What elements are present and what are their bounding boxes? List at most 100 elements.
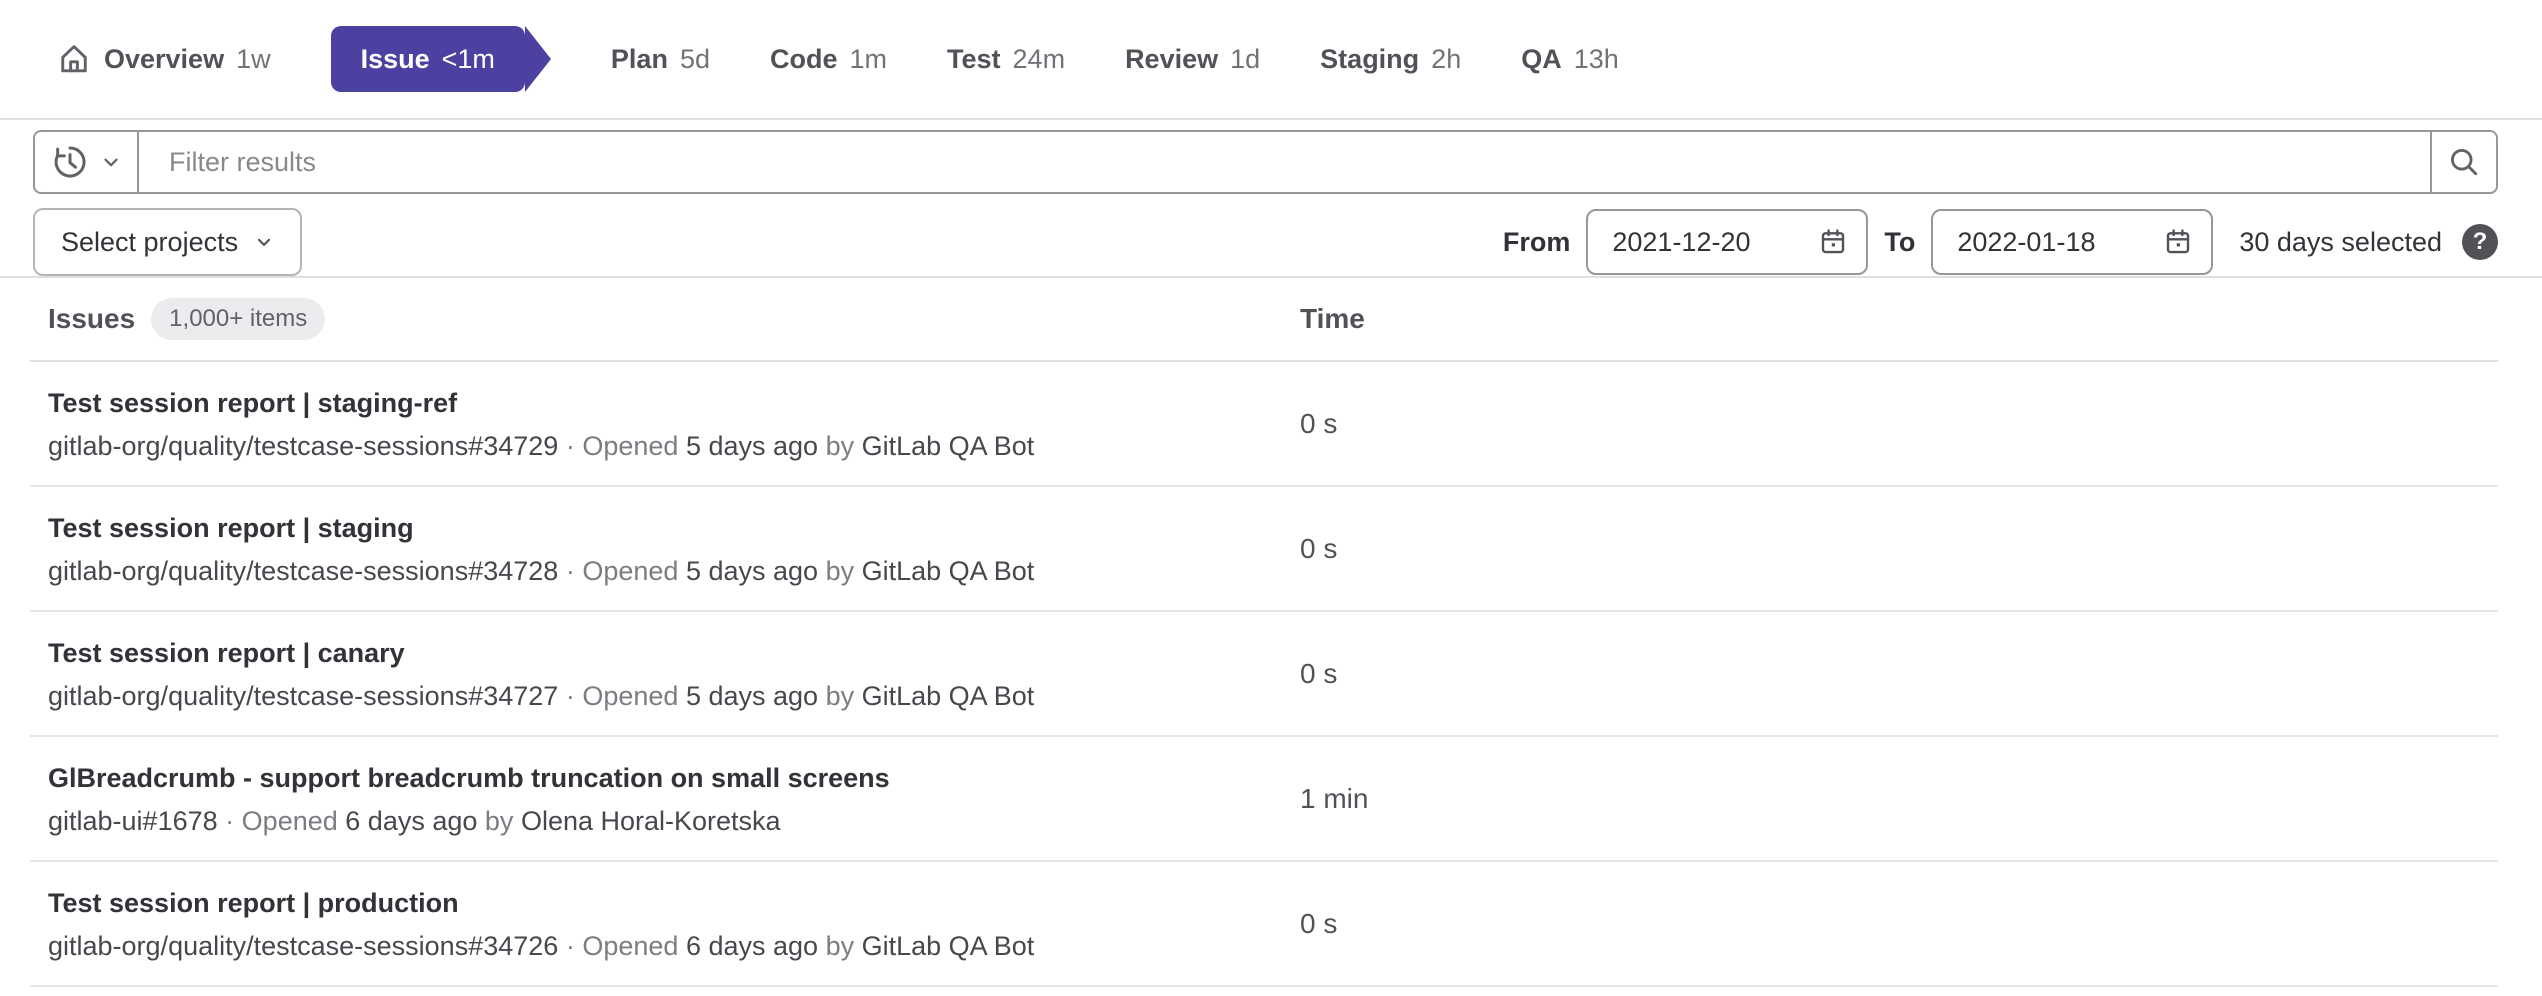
stage-name: Staging <box>1320 44 1419 75</box>
to-date-field[interactable] <box>1931 209 2213 275</box>
issue-ref-link[interactable]: gitlab-org/quality/testcase-sessions#347… <box>48 931 558 961</box>
opened-label: Opened <box>582 681 678 711</box>
issue-age: 6 days ago <box>686 931 818 961</box>
stage-nav-item-code[interactable]: Code 1m <box>770 44 887 75</box>
issue-author-link[interactable]: GitLab QA Bot <box>862 431 1035 461</box>
list-header: Issues 1,000+ items Time <box>30 278 2498 362</box>
stage-nav-item-overview[interactable]: Overview 1w <box>56 41 271 77</box>
separator-dot: · <box>566 931 575 961</box>
issue-meta: gitlab-org/quality/testcase-sessions#347… <box>48 679 1300 713</box>
issue-row: Test session report | staging gitlab-org… <box>30 487 2498 612</box>
stage-name: Code <box>770 44 838 75</box>
issue-title-link[interactable]: GlBreadcrumb - support breadcrumb trunca… <box>48 761 1300 795</box>
by-label: by <box>826 931 855 961</box>
stage-name: Issue <box>361 44 430 75</box>
issue-time-value: 0 s <box>1300 908 2498 940</box>
issue-author-link[interactable]: GitLab QA Bot <box>862 681 1035 711</box>
issue-author-link[interactable]: Olena Horal-Koretska <box>521 806 781 836</box>
stage-time: <1m <box>442 44 495 75</box>
issue-author-link[interactable]: GitLab QA Bot <box>862 556 1035 586</box>
stage-name: Overview <box>104 44 224 75</box>
filter-row-secondary: Select projects From <box>33 208 2498 276</box>
stage-name: Test <box>947 44 1001 75</box>
issue-time-value: 0 s <box>1300 408 2498 440</box>
select-projects-dropdown[interactable]: Select projects <box>33 208 302 276</box>
calendar-icon[interactable] <box>2163 227 2193 257</box>
stage-nav-item-test[interactable]: Test 24m <box>947 44 1065 75</box>
time-column-header: Time <box>1300 303 2498 335</box>
question-mark-icon[interactable]: ? <box>2462 224 2498 260</box>
stage-time: 13h <box>1574 44 1619 75</box>
stage-nav-item-issue[interactable]: Issue <1m <box>331 26 525 92</box>
items-count-badge: 1,000+ items <box>151 298 325 340</box>
from-date-field[interactable] <box>1586 209 1868 275</box>
issue-title-link[interactable]: Test session report | staging <box>48 511 1300 545</box>
opened-label: Opened <box>582 931 678 961</box>
issue-author-link[interactable]: GitLab QA Bot <box>862 931 1035 961</box>
stage-nav-item-qa[interactable]: QA 13h <box>1521 44 1619 75</box>
filter-results-input[interactable] <box>139 132 2430 192</box>
issue-ref-link[interactable]: gitlab-org/quality/testcase-sessions#347… <box>48 556 558 586</box>
chevron-down-icon <box>254 232 274 252</box>
issue-ref-link[interactable]: gitlab-org/quality/testcase-sessions#347… <box>48 681 558 711</box>
issue-meta: gitlab-org/quality/testcase-sessions#347… <box>48 929 1300 963</box>
stage-path-nav: Overview 1w Issue <1m Plan 5d Code 1m Te… <box>0 0 2542 118</box>
separator-dot: · <box>566 431 575 461</box>
issue-time-value: 0 s <box>1300 658 2498 690</box>
filtered-search-bar <box>33 130 2498 194</box>
separator-dot: · <box>225 806 234 836</box>
stage-events-list: Issues 1,000+ items Time Test session re… <box>30 278 2498 987</box>
stage-time: 24m <box>1013 44 1066 75</box>
opened-label: Opened <box>582 556 678 586</box>
stage-name: Plan <box>611 44 668 75</box>
stage-name: QA <box>1521 44 1562 75</box>
to-label: To <box>1884 227 1915 258</box>
issue-ref-link[interactable]: gitlab-org/quality/testcase-sessions#347… <box>48 431 558 461</box>
select-projects-label: Select projects <box>61 227 238 258</box>
stage-time: 1d <box>1230 44 1260 75</box>
issue-row: Test session report | canary gitlab-org/… <box>30 612 2498 737</box>
date-range-group: From To <box>1503 209 2498 275</box>
history-icon <box>50 142 90 182</box>
filter-section: Select projects From <box>33 130 2498 276</box>
stage-name: Review <box>1125 44 1218 75</box>
days-selected-text: 30 days selected <box>2239 227 2442 258</box>
by-label: by <box>826 556 855 586</box>
search-icon <box>2446 144 2482 180</box>
issue-title-link[interactable]: Test session report | canary <box>48 636 1300 670</box>
stage-nav-item-plan[interactable]: Plan 5d <box>611 44 710 75</box>
issue-age: 5 days ago <box>686 431 818 461</box>
opened-label: Opened <box>582 431 678 461</box>
home-icon <box>56 41 92 77</box>
by-label: by <box>826 431 855 461</box>
stage-time: 2h <box>1431 44 1461 75</box>
separator-dot: · <box>566 556 575 586</box>
issue-meta: gitlab-ui#1678 · Opened 6 days ago by Ol… <box>48 804 1300 838</box>
issue-meta: gitlab-org/quality/testcase-sessions#347… <box>48 429 1300 463</box>
from-date-input[interactable] <box>1612 227 1808 258</box>
calendar-icon[interactable] <box>1818 227 1848 257</box>
issue-title-link[interactable]: Test session report | production <box>48 886 1300 920</box>
issue-row: GlBreadcrumb - support breadcrumb trunca… <box>30 737 2498 862</box>
issue-row: Test session report | production gitlab-… <box>30 862 2498 987</box>
issue-title-link[interactable]: Test session report | staging-ref <box>48 386 1300 420</box>
section-divider <box>0 118 2542 120</box>
by-label: by <box>826 681 855 711</box>
issue-time-value: 0 s <box>1300 533 2498 565</box>
by-label: by <box>485 806 514 836</box>
stage-time: 1m <box>850 44 888 75</box>
issue-age: 5 days ago <box>686 681 818 711</box>
issue-row: Test session report | staging-ref gitlab… <box>30 362 2498 487</box>
issue-rows-container: Test session report | staging-ref gitlab… <box>30 362 2498 987</box>
issue-meta: gitlab-org/quality/testcase-sessions#347… <box>48 554 1300 588</box>
chevron-down-icon <box>100 151 122 173</box>
separator-dot: · <box>566 681 575 711</box>
issues-heading: Issues <box>48 303 135 335</box>
issue-age: 5 days ago <box>686 556 818 586</box>
recent-searches-dropdown[interactable] <box>35 132 137 192</box>
search-button[interactable] <box>2432 132 2496 192</box>
to-date-input[interactable] <box>1957 227 2153 258</box>
issue-ref-link[interactable]: gitlab-ui#1678 <box>48 806 218 836</box>
stage-nav-item-staging[interactable]: Staging 2h <box>1320 44 1461 75</box>
stage-nav-item-review[interactable]: Review 1d <box>1125 44 1260 75</box>
